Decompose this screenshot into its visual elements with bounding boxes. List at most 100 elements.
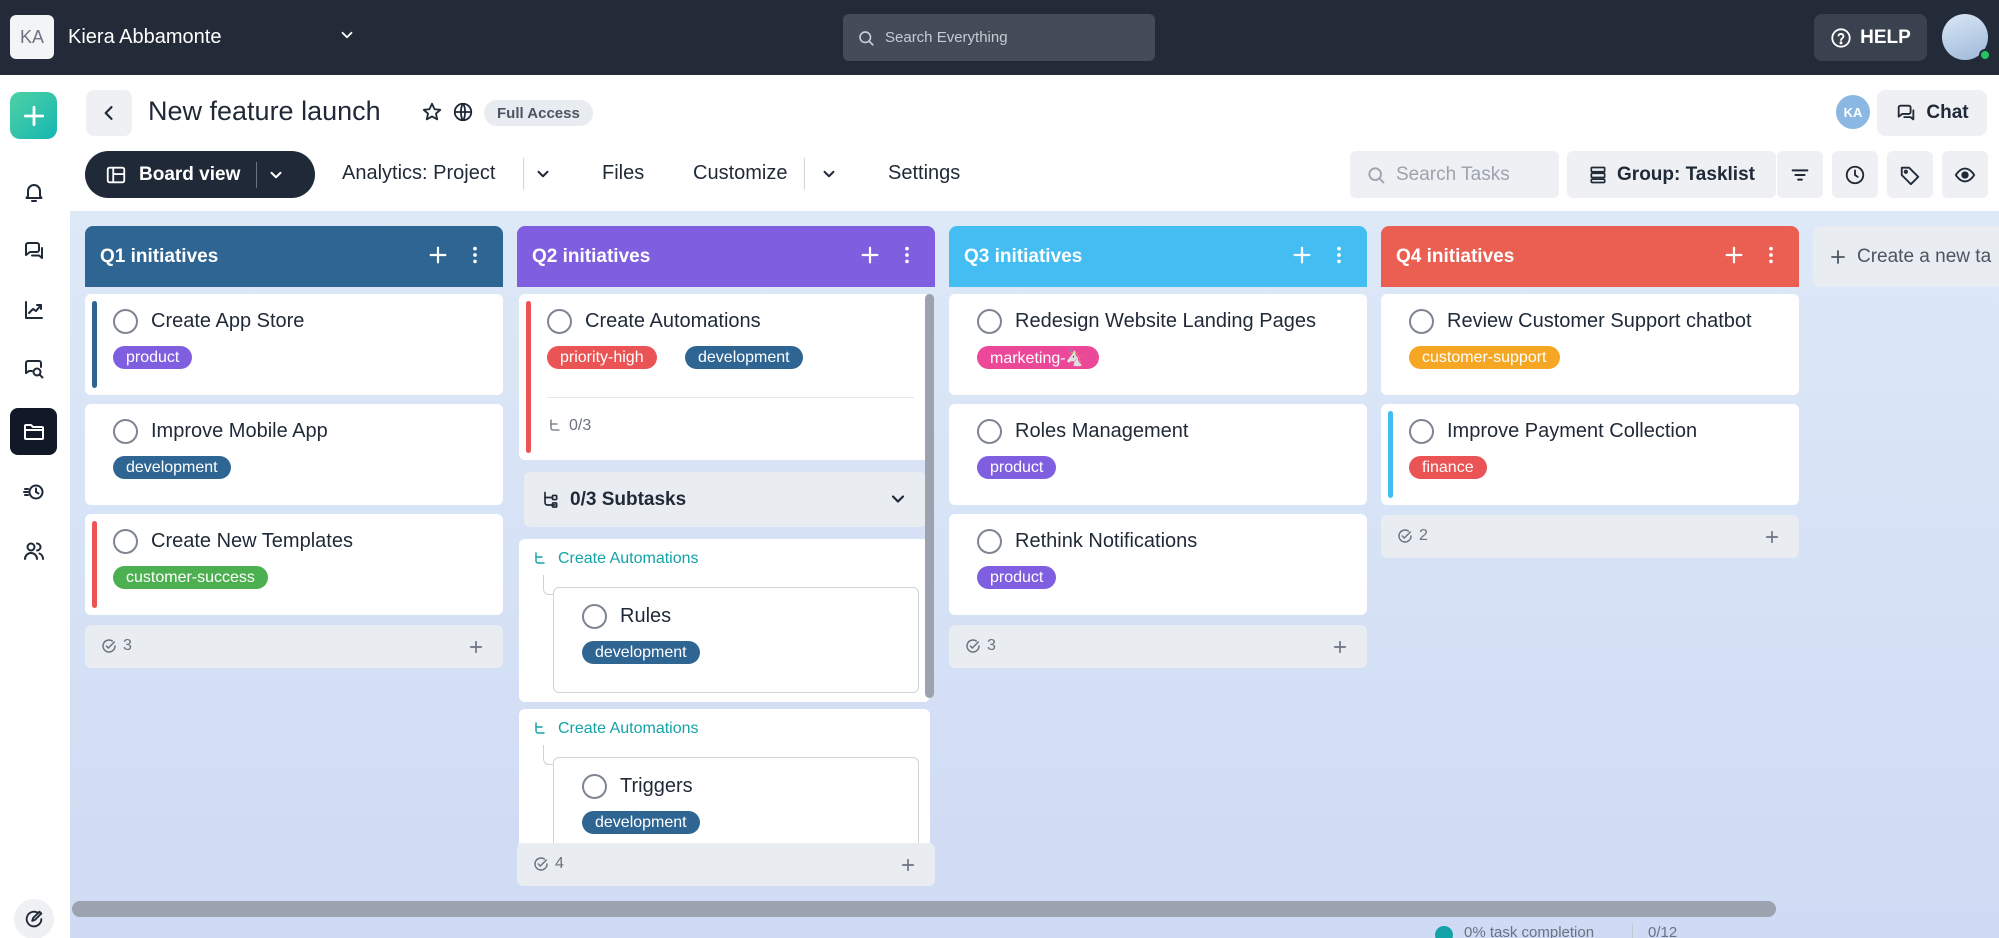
create-tasklist-button[interactable]: Create a new ta (1813, 226, 1999, 287)
tags-button[interactable] (1887, 151, 1933, 198)
group-button[interactable]: Group: Tasklist (1567, 151, 1776, 198)
task-card[interactable]: Create New Templates customer-success (85, 514, 503, 615)
add-task-plus-icon[interactable] (859, 244, 881, 266)
task-card[interactable]: Review Customer Support chatbot customer… (1381, 294, 1799, 395)
back-button[interactable] (86, 90, 132, 136)
subtask-parent-link[interactable]: Create Automations (532, 720, 699, 738)
task-checkbox[interactable] (977, 309, 1002, 334)
task-card[interactable]: Improve Payment Collection finance (1381, 404, 1799, 505)
rail-search[interactable] (14, 349, 54, 389)
column-title: Q4 initiatives (1396, 245, 1515, 267)
column-header-q2[interactable]: Q2 initiatives (517, 226, 935, 287)
column-header-q4[interactable]: Q4 initiatives (1381, 226, 1799, 287)
plus-icon[interactable] (899, 856, 917, 874)
task-tag[interactable]: priority-high (547, 346, 657, 369)
task-checkbox[interactable] (977, 529, 1002, 554)
subtask-parent-link[interactable]: Create Automations (532, 550, 699, 568)
task-search-input[interactable] (1396, 163, 1556, 186)
more-vertical-icon[interactable] (464, 244, 486, 266)
star-icon[interactable] (421, 101, 443, 123)
column-header-q3[interactable]: Q3 initiatives (949, 226, 1367, 287)
subtask-card[interactable]: Rules development (553, 587, 919, 693)
plus-icon[interactable] (467, 638, 485, 656)
divider (547, 397, 914, 398)
plus-icon[interactable] (1331, 638, 1349, 656)
add-task-plus-icon[interactable] (1723, 244, 1745, 266)
help-button[interactable]: HELP (1814, 14, 1927, 61)
task-checkbox[interactable] (113, 309, 138, 334)
group-label: Group: Tasklist (1617, 163, 1755, 185)
task-card[interactable]: Create Automations priority-high develop… (519, 294, 930, 460)
account-switcher[interactable]: KA Kiera Abbamonte (10, 15, 221, 59)
task-tag[interactable]: development (113, 456, 231, 479)
task-checkbox[interactable] (113, 529, 138, 554)
task-tag[interactable]: development (685, 346, 803, 369)
chat-button[interactable]: Chat (1877, 90, 1987, 136)
rail-time[interactable] (14, 472, 54, 512)
rail-messages[interactable] (14, 231, 54, 271)
tab-settings[interactable]: Settings (888, 162, 960, 185)
tab-analytics[interactable]: Analytics: Project (342, 162, 495, 185)
column-footer: 3 (85, 625, 503, 668)
more-vertical-icon[interactable] (1760, 244, 1782, 266)
task-card[interactable]: Redesign Website Landing Pages marketing… (949, 294, 1367, 395)
task-tag[interactable]: development (582, 641, 700, 664)
task-tag[interactable]: customer-support (1409, 346, 1560, 369)
task-checkbox[interactable] (1409, 309, 1434, 334)
task-tag[interactable]: development (582, 811, 700, 834)
rail-people[interactable] (14, 531, 54, 571)
task-tag[interactable]: marketing-🦄 (977, 346, 1099, 369)
add-task-plus-icon[interactable] (427, 244, 449, 266)
task-tag[interactable]: product (113, 346, 193, 369)
more-vertical-icon[interactable] (896, 244, 918, 266)
task-card[interactable]: Rethink Notifications product (949, 514, 1367, 615)
filter-button[interactable] (1777, 151, 1823, 198)
global-search[interactable] (843, 14, 1155, 61)
member-avatar[interactable]: KA (1836, 95, 1870, 129)
task-tag[interactable]: customer-success (113, 566, 268, 589)
add-task-plus-icon[interactable] (1291, 244, 1313, 266)
visibility-button[interactable] (1942, 151, 1988, 198)
task-search[interactable] (1350, 151, 1559, 198)
chevron-down-icon[interactable] (534, 165, 552, 183)
chevron-down-icon[interactable] (820, 165, 838, 183)
board-horizontal-scrollbar[interactable] (72, 901, 1776, 917)
subtask-card[interactable]: Triggers development (553, 757, 919, 854)
rail-notifications[interactable] (14, 172, 54, 212)
time-button[interactable] (1832, 151, 1878, 198)
column-footer: 4 (517, 843, 935, 886)
task-checkbox[interactable] (582, 774, 607, 799)
task-card[interactable]: Roles Management product (949, 404, 1367, 505)
subtasks-toggle[interactable]: 0/3 Subtasks (524, 472, 926, 527)
tab-files[interactable]: Files (602, 162, 644, 185)
user-avatar[interactable] (1942, 14, 1991, 61)
column-header-q1[interactable]: Q1 initiatives (85, 226, 503, 287)
rail-reports[interactable] (14, 290, 54, 330)
task-checkbox[interactable] (1409, 419, 1434, 444)
more-vertical-icon[interactable] (1328, 244, 1350, 266)
global-search-input[interactable] (885, 29, 1135, 46)
task-tag[interactable]: product (977, 566, 1057, 589)
task-checkbox[interactable] (113, 419, 138, 444)
tab-customize[interactable]: Customize (693, 162, 787, 185)
task-checkbox[interactable] (977, 419, 1002, 444)
chevron-down-icon[interactable] (338, 26, 356, 44)
task-tag[interactable]: finance (1409, 456, 1487, 479)
task-checkbox[interactable] (582, 604, 607, 629)
globe-icon[interactable] (452, 101, 474, 123)
rail-projects[interactable] (10, 408, 57, 455)
column-scrollbar[interactable] (925, 294, 934, 698)
board-icon (105, 164, 127, 186)
subtask-group: Create Automations Triggers development (519, 709, 930, 854)
plus-icon[interactable] (1763, 528, 1781, 546)
chevron-down-icon[interactable] (267, 166, 285, 184)
task-tag[interactable]: product (977, 456, 1057, 479)
check-circle-icon (1398, 529, 1412, 543)
board-view-button[interactable]: Board view (85, 151, 315, 198)
task-card[interactable]: Improve Mobile App development (85, 404, 503, 505)
task-card[interactable]: Create App Store product (85, 294, 503, 395)
rail-feedback[interactable] (14, 899, 54, 938)
task-checkbox[interactable] (547, 309, 572, 334)
quick-add-button[interactable] (10, 92, 57, 139)
chat-bubbles-icon (22, 239, 46, 263)
